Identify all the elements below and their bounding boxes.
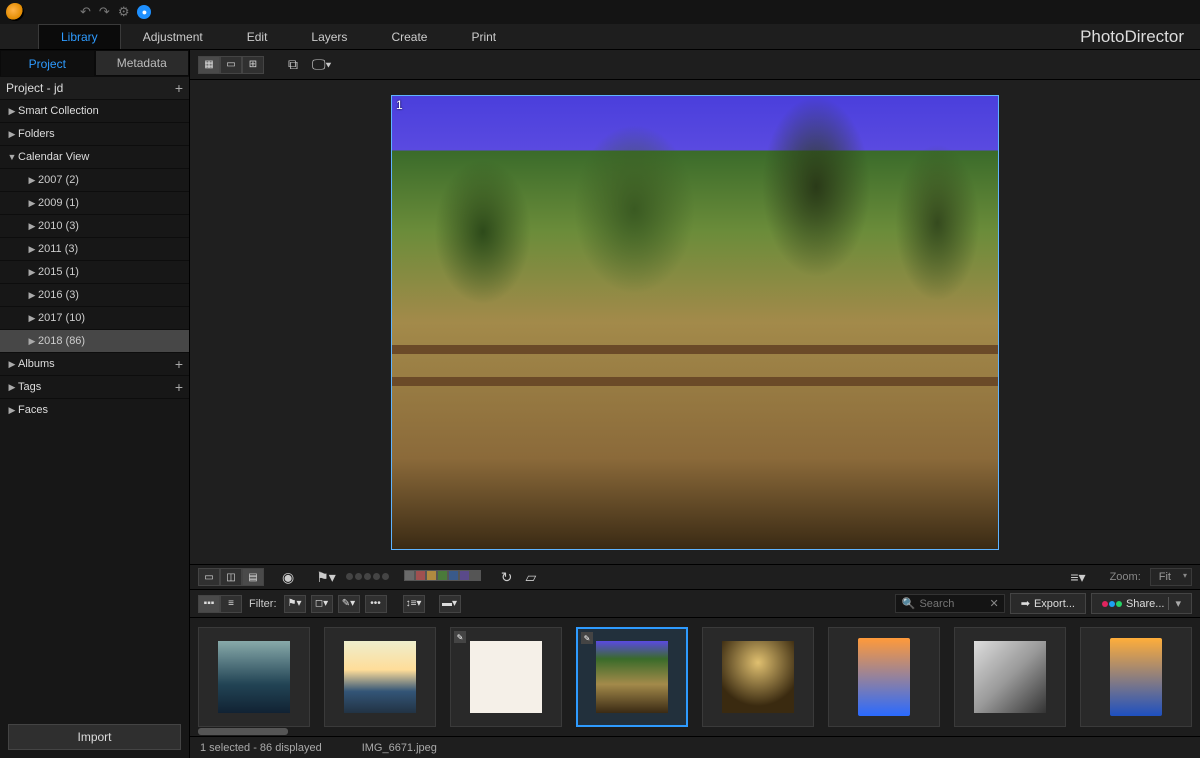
filter-label-btn[interactable]: ◻▾ (311, 595, 333, 613)
search-input[interactable] (919, 598, 989, 610)
share-button[interactable]: Share... ▾ (1091, 593, 1192, 614)
filter-flag[interactable]: ⚑▾ (284, 595, 306, 613)
add-icon[interactable]: + (175, 356, 183, 372)
thumbnail[interactable] (702, 627, 814, 727)
menu-adjustment[interactable]: Adjustment (121, 24, 225, 49)
filename-status: IMG_6671.jpeg (362, 742, 437, 754)
add-icon[interactable]: + (175, 80, 183, 96)
titlebar: ↶ ↷ ⚙ ● (0, 0, 1200, 24)
crop-icon[interactable]: ▱ (522, 568, 541, 586)
tree-section[interactable]: ▶Faces (0, 398, 189, 421)
menu-layers[interactable]: Layers (289, 24, 369, 49)
filmstrip[interactable]: ✎✎ (190, 618, 1200, 736)
undo-icon[interactable]: ↶ (80, 4, 91, 20)
face-tag-icon[interactable]: ◉ (278, 568, 298, 586)
tree-section[interactable]: ▶Albums+ (0, 352, 189, 375)
preview-stage[interactable]: 1 (190, 80, 1200, 564)
thumb-size-1[interactable]: ▪▪▪ (198, 595, 220, 613)
tree-item[interactable]: ▶2011 (3) (0, 237, 189, 260)
project-header[interactable]: Project - jd + (0, 76, 189, 99)
tree-section[interactable]: ▶Smart Collection (0, 99, 189, 122)
thumbnail[interactable] (828, 627, 940, 727)
redo-icon[interactable]: ↷ (99, 4, 110, 20)
layout-1-icon[interactable]: ▭ (198, 568, 220, 586)
tree-item[interactable]: ▶2010 (3) (0, 214, 189, 237)
import-button[interactable]: Import (8, 724, 181, 750)
edit-badge-icon: ✎ (454, 631, 466, 643)
project-tree: Project - jd + ▶Smart Collection▶Folders… (0, 76, 189, 716)
rating-toolbar: ▭ ◫ ▤ ◉ ⚑▾ ↻ ▱ ≡▾ Zoom: Fit (190, 564, 1200, 590)
tree-item[interactable]: ▶2009 (1) (0, 191, 189, 214)
flag-icon[interactable]: ⚑▾ (312, 568, 340, 586)
share-icon (1102, 601, 1122, 607)
tree-item[interactable]: ▶2017 (10) (0, 306, 189, 329)
rating-dots[interactable] (345, 571, 390, 583)
clear-search-icon[interactable]: ✕ (989, 597, 998, 610)
scrollbar-thumb[interactable] (198, 728, 288, 735)
sort-order[interactable]: ↕≡▾ (403, 595, 425, 613)
menu-create[interactable]: Create (369, 24, 449, 49)
thumbnail[interactable]: ✎ (576, 627, 688, 727)
sort-icon[interactable]: ≡▾ (1066, 568, 1089, 586)
zoom-label: Zoom: (1110, 571, 1141, 583)
thumbnail[interactable] (198, 627, 310, 727)
thumbnail[interactable] (324, 627, 436, 727)
menu-library[interactable]: Library (38, 24, 121, 49)
edit-badge-icon: ✎ (581, 632, 593, 644)
selection-status: 1 selected - 86 displayed (200, 742, 322, 754)
tree-item[interactable]: ▶2018 (86) (0, 329, 189, 352)
compare-icon[interactable]: ⧉ (284, 56, 302, 74)
export-button[interactable]: ➡ Export... (1010, 593, 1086, 614)
thumbnail[interactable] (1080, 627, 1192, 727)
app-logo (6, 3, 24, 21)
filter-edit[interactable]: ✎▾ (338, 595, 360, 613)
thumbnail[interactable] (954, 627, 1066, 727)
view-single-icon[interactable]: ▭ (220, 56, 242, 74)
gear-icon[interactable]: ⚙ (118, 4, 130, 20)
sidebar: ProjectMetadata Project - jd + ▶Smart Co… (0, 50, 190, 758)
tree-section[interactable]: ▶Tags+ (0, 375, 189, 398)
view-toolbar: ▦ ▭ ⊞ ⧉ 🖵▾ (190, 50, 1200, 80)
layout-2-icon[interactable]: ◫ (220, 568, 242, 586)
filter-rating[interactable]: ••• (365, 595, 387, 613)
tree-section[interactable]: ▶Folders (0, 122, 189, 145)
app-brand: PhotoDirector (1080, 27, 1200, 47)
search-icon: 🔍 (902, 597, 916, 610)
color-labels[interactable] (404, 570, 481, 584)
layout-3-icon[interactable]: ▤ (242, 568, 264, 586)
zoom-select[interactable]: Fit (1150, 568, 1192, 586)
tree-item[interactable]: ▶2015 (1) (0, 260, 189, 283)
thumbnail[interactable]: ✎ (450, 627, 562, 727)
view-grid-icon[interactable]: ⊞ (242, 56, 264, 74)
menubar: LibraryAdjustmentEditLayersCreatePrint P… (0, 24, 1200, 50)
sidetab-project[interactable]: Project (0, 50, 95, 76)
filter-label: Filter: (249, 598, 277, 610)
content-area: ▦ ▭ ⊞ ⧉ 🖵▾ 1 ▭ ◫ ▤ ◉ ⚑▾ (190, 50, 1200, 758)
display-icon[interactable]: 🖵▾ (308, 56, 335, 74)
view-browser-icon[interactable]: ▦ (198, 56, 220, 74)
add-icon[interactable]: + (175, 379, 183, 395)
tree-item[interactable]: ▶2007 (2) (0, 168, 189, 191)
thumb-size-2[interactable]: ≡ (220, 595, 242, 613)
sidetab-metadata[interactable]: Metadata (95, 50, 190, 76)
search-box[interactable]: 🔍 ✕ (895, 594, 1005, 613)
export-icon: ➡ (1021, 597, 1030, 610)
filter-toolbar: ▪▪▪ ≡ Filter: ⚑▾ ◻▾ ✎▾ ••• ↕≡▾ ▬▾ 🔍 ✕ ➡ … (190, 590, 1200, 618)
rotate-icon[interactable]: ↻ (497, 568, 517, 586)
tree-item[interactable]: ▶2016 (3) (0, 283, 189, 306)
stack-icon[interactable]: ▬▾ (439, 595, 461, 613)
preview-image[interactable]: 1 (391, 95, 999, 550)
menu-edit[interactable]: Edit (225, 24, 290, 49)
notification-icon[interactable]: ● (137, 5, 151, 19)
tree-section[interactable]: ▼Calendar View (0, 145, 189, 168)
menu-print[interactable]: Print (449, 24, 518, 49)
statusbar: 1 selected - 86 displayed IMG_6671.jpeg (190, 736, 1200, 758)
image-index: 1 (396, 98, 403, 112)
